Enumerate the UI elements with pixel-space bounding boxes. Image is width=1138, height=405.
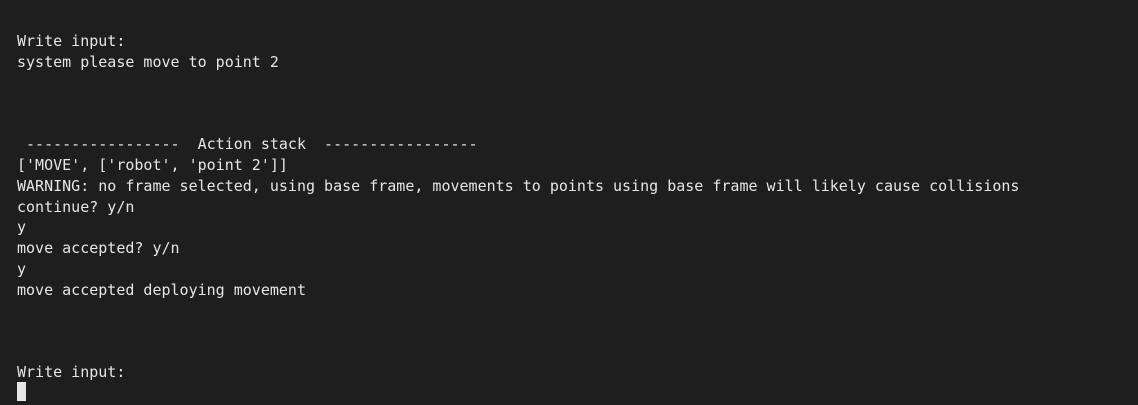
move-accepted-answer: y: [17, 260, 27, 278]
deploy-status: move accepted deploying movement: [17, 281, 306, 299]
terminal-window[interactable]: Write input: system please move to point…: [0, 0, 1138, 405]
move-accepted-prompt: move accepted? y/n: [17, 239, 180, 257]
prompt-write-input: Write input:: [17, 32, 126, 50]
continue-prompt: continue? y/n: [17, 198, 135, 216]
continue-answer: y: [17, 218, 27, 236]
action-stack-header: ----------------- Action stack ---------…: [17, 135, 478, 153]
action-stack-content: ['MOVE', ['robot', 'point 2']]: [17, 156, 288, 174]
text-cursor[interactable]: [17, 382, 26, 401]
warning-message: WARNING: no frame selected, using base f…: [17, 177, 1020, 195]
user-command: system please move to point 2: [17, 53, 279, 71]
prompt-write-input-current: Write input:: [17, 363, 126, 381]
